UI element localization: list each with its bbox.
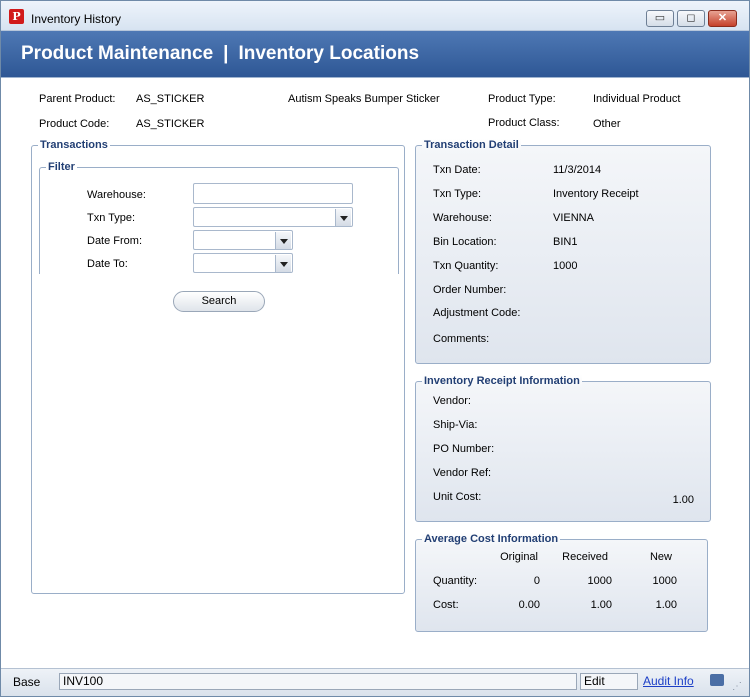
product-description: Autism Speaks Bumper Sticker bbox=[288, 93, 440, 105]
audit-info-link[interactable]: Audit Info bbox=[643, 674, 694, 688]
close-icon: ✕ bbox=[717, 12, 728, 24]
unit-cost-label: Unit Cost: bbox=[433, 491, 482, 503]
bin-location-label: Bin Location: bbox=[433, 236, 497, 248]
product-code-label: Product Code: bbox=[39, 118, 110, 130]
chevron-down-icon[interactable] bbox=[335, 209, 351, 226]
transactions-title: Transactions bbox=[38, 139, 110, 151]
parent-product-label: Parent Product: bbox=[39, 93, 116, 105]
cost-received-value: 1.00 bbox=[590, 599, 612, 611]
txn-date-label: Txn Date: bbox=[433, 164, 481, 176]
txn-date-value: 11/3/2014 bbox=[553, 164, 602, 176]
product-type-label: Product Type: bbox=[488, 93, 556, 105]
cost-original-value: 0.00 bbox=[518, 599, 540, 611]
detail-warehouse-label: Warehouse: bbox=[433, 212, 492, 224]
product-type-value: Individual Product bbox=[593, 93, 681, 105]
minimize-button[interactable]: ▭ bbox=[646, 10, 674, 27]
detail-warehouse-value: VIENNA bbox=[553, 212, 594, 224]
ship-via-label: Ship-Via: bbox=[433, 419, 478, 431]
unit-cost-value: 1.00 bbox=[672, 494, 694, 506]
page-title: Product Maintenance | Inventory Locations bbox=[21, 43, 419, 65]
vendor-label: Vendor: bbox=[433, 395, 471, 407]
col-received-header: Received bbox=[562, 551, 608, 563]
filter-title: Filter bbox=[46, 161, 77, 173]
detail-txn-type-value: Inventory Receipt bbox=[553, 188, 639, 200]
warehouse-input[interactable] bbox=[193, 183, 353, 204]
transaction-detail-title: Transaction Detail bbox=[422, 139, 521, 151]
cost-label: Cost: bbox=[433, 599, 459, 611]
close-button[interactable]: ✕ bbox=[708, 10, 737, 27]
minimize-icon: ▭ bbox=[654, 12, 666, 24]
date-from-picker[interactable] bbox=[193, 230, 293, 250]
txn-quantity-value: 1000 bbox=[553, 260, 578, 272]
page-header: Product Maintenance | Inventory Locations bbox=[1, 31, 749, 78]
status-base: Base bbox=[13, 675, 41, 689]
txn-type-label: Txn Type: bbox=[87, 212, 136, 224]
date-from-label: Date From: bbox=[87, 235, 143, 247]
date-to-picker[interactable] bbox=[193, 253, 293, 273]
page-title-section: Product Maintenance bbox=[21, 43, 214, 64]
comments-label: Comments: bbox=[433, 333, 490, 345]
product-class-label: Product Class: bbox=[488, 117, 560, 129]
maximize-button[interactable]: ◻ bbox=[677, 10, 705, 27]
order-number-label: Order Number: bbox=[433, 284, 507, 296]
quantity-received-value: 1000 bbox=[587, 575, 612, 587]
window-title: Inventory History bbox=[31, 12, 122, 26]
txn-quantity-label: Txn Quantity: bbox=[433, 260, 499, 272]
quantity-label: Quantity: bbox=[433, 575, 478, 587]
maximize-icon: ◻ bbox=[686, 12, 696, 24]
inventory-history-window: P Inventory History ▭ ◻ ✕ Product Mainte… bbox=[0, 0, 750, 697]
date-to-label: Date To: bbox=[87, 258, 128, 270]
adjustment-code-label: Adjustment Code: bbox=[433, 307, 521, 319]
parent-product-value: AS_STICKER bbox=[136, 93, 205, 105]
page-title-separator: | bbox=[223, 43, 229, 64]
product-class-value: Other bbox=[593, 118, 621, 130]
chevron-down-icon[interactable] bbox=[275, 232, 291, 249]
inventory-receipt-group: Inventory Receipt Information Vendor: Sh… bbox=[415, 375, 711, 522]
app-logo-icon: P bbox=[9, 9, 24, 24]
page-title-subsection: Inventory Locations bbox=[238, 43, 420, 64]
transactions-group: Transactions Filter Warehouse: Txn Type:… bbox=[31, 139, 405, 594]
status-mode: Edit bbox=[580, 673, 638, 690]
printer-icon[interactable] bbox=[710, 674, 724, 686]
status-bar: Base INV100 Edit Audit Info ⋰ bbox=[1, 668, 749, 696]
po-number-label: PO Number: bbox=[433, 443, 495, 455]
txn-type-select[interactable] bbox=[193, 207, 353, 227]
title-bar: P Inventory History ▭ ◻ ✕ bbox=[1, 1, 749, 31]
resize-grip-icon[interactable]: ⋰ bbox=[732, 681, 742, 692]
vendor-ref-label: Vendor Ref: bbox=[433, 467, 492, 479]
product-code-value: AS_STICKER bbox=[136, 118, 205, 130]
quantity-original-value: 0 bbox=[533, 575, 540, 587]
warehouse-label: Warehouse: bbox=[87, 189, 146, 201]
average-cost-title: Average Cost Information bbox=[422, 533, 561, 545]
chevron-down-icon[interactable] bbox=[275, 255, 291, 272]
col-new-header: New bbox=[649, 551, 672, 563]
cost-new-value: 1.00 bbox=[655, 599, 677, 611]
average-cost-group: Average Cost Information Original Receiv… bbox=[415, 533, 708, 632]
bin-location-value: BIN1 bbox=[553, 236, 578, 248]
transaction-detail-group: Transaction Detail Txn Date: 11/3/2014 T… bbox=[415, 139, 711, 364]
quantity-new-value: 1000 bbox=[652, 575, 677, 587]
status-screen-code: INV100 bbox=[59, 673, 577, 690]
search-button[interactable]: Search bbox=[173, 291, 265, 312]
inventory-receipt-title: Inventory Receipt Information bbox=[422, 375, 582, 387]
detail-txn-type-label: Txn Type: bbox=[433, 188, 482, 200]
col-original-header: Original bbox=[500, 551, 538, 563]
